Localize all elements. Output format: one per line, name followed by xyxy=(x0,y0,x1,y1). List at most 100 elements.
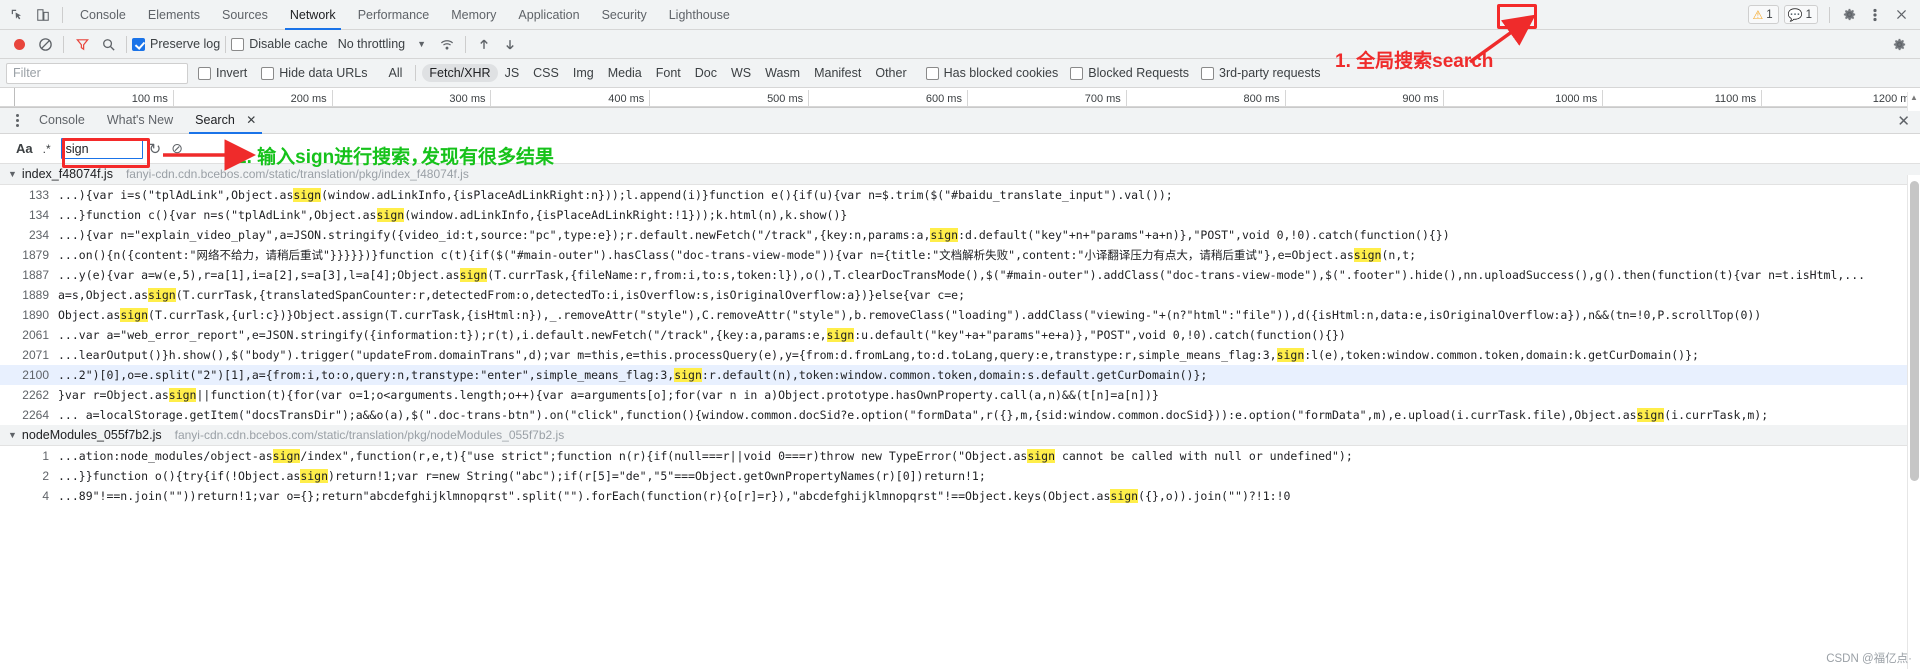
filter-type-img[interactable]: Img xyxy=(566,64,601,82)
tab-performance[interactable]: Performance xyxy=(347,0,441,30)
has-blocked-cookies-checkbox[interactable]: Has blocked cookies xyxy=(925,66,1058,80)
import-har-icon[interactable] xyxy=(471,32,497,56)
match-case-toggle[interactable]: Aa xyxy=(10,141,39,156)
invert-checkbox[interactable]: Invert xyxy=(198,66,247,80)
network-toolbar-right xyxy=(1886,32,1914,56)
search-result-row[interactable]: 2071 ...learOutput()}h.show(),$("body").t… xyxy=(0,345,1920,365)
three-dot-menu-icon[interactable] xyxy=(1862,3,1888,27)
chevron-down-icon[interactable]: ▼ xyxy=(8,430,17,440)
search-result-row[interactable]: 1879 ...on(){n({content:"网络不给力，请稍后重试"}}}}… xyxy=(0,245,1920,265)
timeline-tick: 500 ms xyxy=(650,90,810,106)
timeline-left-gutter xyxy=(0,88,15,106)
filter-type-media[interactable]: Media xyxy=(601,64,649,82)
code-text: a=s,Object.as xyxy=(58,288,149,302)
filter-type-ws[interactable]: WS xyxy=(724,64,758,82)
code-snippet: }var r=Object.assign||function(t){for(va… xyxy=(58,385,1920,405)
annotation-step-3: 发现有很多结果 xyxy=(421,147,555,168)
warning-count-badge[interactable]: ⚠ 1 xyxy=(1748,5,1779,24)
tab-network[interactable]: Network xyxy=(279,0,347,30)
filter-type-doc[interactable]: Doc xyxy=(688,64,724,82)
match-highlight: sign xyxy=(168,388,197,402)
throttling-select[interactable]: No throttling xyxy=(338,37,405,51)
close-drawer-icon[interactable]: ✕ xyxy=(1897,112,1910,130)
disable-cache-checkbox[interactable]: Disable cache xyxy=(231,37,328,51)
refresh-icon[interactable]: ↻ xyxy=(149,140,162,158)
third-party-requests-checkbox[interactable]: 3rd-party requests xyxy=(1201,66,1320,80)
chevron-down-icon[interactable]: ▼ xyxy=(417,39,426,49)
timeline-tick: 200 ms xyxy=(174,90,333,106)
code-text: ...89"!==n.join(""))return!1;var o={};re… xyxy=(58,489,1111,503)
close-tab-icon[interactable]: ✕ xyxy=(246,113,256,127)
result-file-header[interactable]: ▼ nodeModules_055f7b2.js fanyi-cdn.cdn.bce… xyxy=(0,425,1920,446)
filter-funnel-icon[interactable] xyxy=(69,32,95,56)
filter-type-font[interactable]: Font xyxy=(649,64,688,82)
search-result-row[interactable]: 2 ...}}function o(){try{if(!Object.assign… xyxy=(0,466,1920,486)
timeline-tick: 1200 ms xyxy=(1872,93,1915,105)
search-result-row[interactable]: 1 ...ation:node_modules/object-assign/ind… xyxy=(0,446,1920,466)
timeline-tick: 1100 ms xyxy=(1603,90,1763,106)
filter-type-all[interactable]: All xyxy=(382,64,410,82)
search-result-row[interactable]: 1887 ...y(e){var a=w(e,5),r=a[1],i=a[2],s… xyxy=(0,265,1920,285)
close-icon[interactable] xyxy=(1888,3,1914,27)
drawer-tab-whats-new[interactable]: What's New xyxy=(96,107,184,134)
timeline-tick: 800 ms xyxy=(1127,90,1286,106)
code-text: Object.as xyxy=(58,308,121,322)
search-result-row[interactable]: 134 ...}function c(){var n=s("tplAdLink",… xyxy=(0,205,1920,225)
filter-type-other[interactable]: Other xyxy=(868,64,913,82)
gear-icon[interactable] xyxy=(1886,32,1912,56)
tab-lighthouse[interactable]: Lighthouse xyxy=(658,0,741,30)
tab-application[interactable]: Application xyxy=(507,0,590,30)
timeline-tick: 1000 ms xyxy=(1444,90,1604,106)
code-snippet: a=s,Object.assign(T.currTask,{translated… xyxy=(58,285,1920,305)
search-result-row[interactable]: 2264 ... a=localStorage.getItem("docsTran… xyxy=(0,405,1920,425)
search-result-row[interactable]: 4 ...89"!==n.join(""))return!1;var o={};r… xyxy=(0,486,1920,506)
tab-sources[interactable]: Sources xyxy=(211,0,279,30)
scroll-up-arrow[interactable]: ▲ xyxy=(1910,93,1918,102)
timeline-scrollbar[interactable]: ▲ xyxy=(1907,92,1920,111)
search-result-row[interactable]: 1889 a=s,Object.assign(T.currTask,{transl… xyxy=(0,285,1920,305)
search-result-row[interactable]: 2061 ...var a="web_error_report",e=JSON.s… xyxy=(0,325,1920,345)
search-result-row[interactable]: 2100 ...2")[0],o=e.split("2")[1],a={from:… xyxy=(0,365,1920,385)
tab-console[interactable]: Console xyxy=(69,0,137,30)
search-icon[interactable] xyxy=(95,32,121,56)
export-har-icon[interactable] xyxy=(497,32,523,56)
regex-toggle[interactable]: .* xyxy=(39,142,59,156)
search-result-row[interactable]: 1890 Object.assign(T.currTask,{url:c})}Ob… xyxy=(0,305,1920,325)
blocked-requests-checkbox[interactable]: Blocked Requests xyxy=(1070,66,1189,80)
tab-memory[interactable]: Memory xyxy=(440,0,507,30)
search-input[interactable] xyxy=(60,138,143,159)
tab-security[interactable]: Security xyxy=(591,0,658,30)
tab-elements[interactable]: Elements xyxy=(137,0,211,30)
network-conditions-icon[interactable] xyxy=(434,32,460,56)
clear-network-log-icon[interactable] xyxy=(32,32,58,56)
filter-input[interactable]: Filter xyxy=(6,62,188,84)
error-count-badge[interactable]: 💬 1 xyxy=(1783,5,1818,24)
drawer-tab-search[interactable]: Search ✕ xyxy=(184,107,267,134)
inspect-element-icon[interactable] xyxy=(4,3,30,27)
filter-type-manifest[interactable]: Manifest xyxy=(807,64,868,82)
drawer-tab-console[interactable]: Console xyxy=(28,107,96,134)
search-results-list[interactable]: ▼ index_f48074f.js fanyi-cdn.cdn.bcebos.co… xyxy=(0,164,1920,506)
filter-type-css[interactable]: CSS xyxy=(526,64,566,82)
toolbar-divider xyxy=(126,35,127,53)
clear-icon[interactable]: ⊘ xyxy=(171,140,183,157)
preserve-log-checkbox[interactable]: Preserve log xyxy=(132,37,220,51)
three-dot-menu-icon[interactable] xyxy=(6,110,28,132)
device-toolbar-icon[interactable] xyxy=(30,3,56,27)
search-result-row[interactable]: 133 ...){var i=s("tplAdLink",Object.assig… xyxy=(0,185,1920,205)
filter-type-js[interactable]: JS xyxy=(498,64,527,82)
third-party-label: 3rd-party requests xyxy=(1219,66,1321,80)
chevron-down-icon[interactable]: ▼ xyxy=(8,169,17,179)
search-result-row[interactable]: 234 ...){var n="explain_video_play",a=JSO… xyxy=(0,225,1920,245)
scrollbar-thumb[interactable] xyxy=(1910,181,1919,481)
search-result-row[interactable]: 2262}var r=Object.assign||function(t){fo… xyxy=(0,385,1920,405)
hide-data-urls-checkbox[interactable]: Hide data URLs xyxy=(261,66,368,80)
match-highlight: sign xyxy=(1636,408,1665,422)
results-scrollbar[interactable] xyxy=(1907,175,1920,669)
gear-icon[interactable] xyxy=(1836,3,1862,27)
filter-type-wasm[interactable]: Wasm xyxy=(758,64,807,82)
code-text: ... a=localStorage.getItem("docsTransDir… xyxy=(58,408,1637,422)
filter-type-fetch-xhr[interactable]: Fetch/XHR xyxy=(422,64,498,82)
record-button[interactable] xyxy=(6,32,32,56)
result-file-name: index_f48074f.js xyxy=(21,167,113,181)
